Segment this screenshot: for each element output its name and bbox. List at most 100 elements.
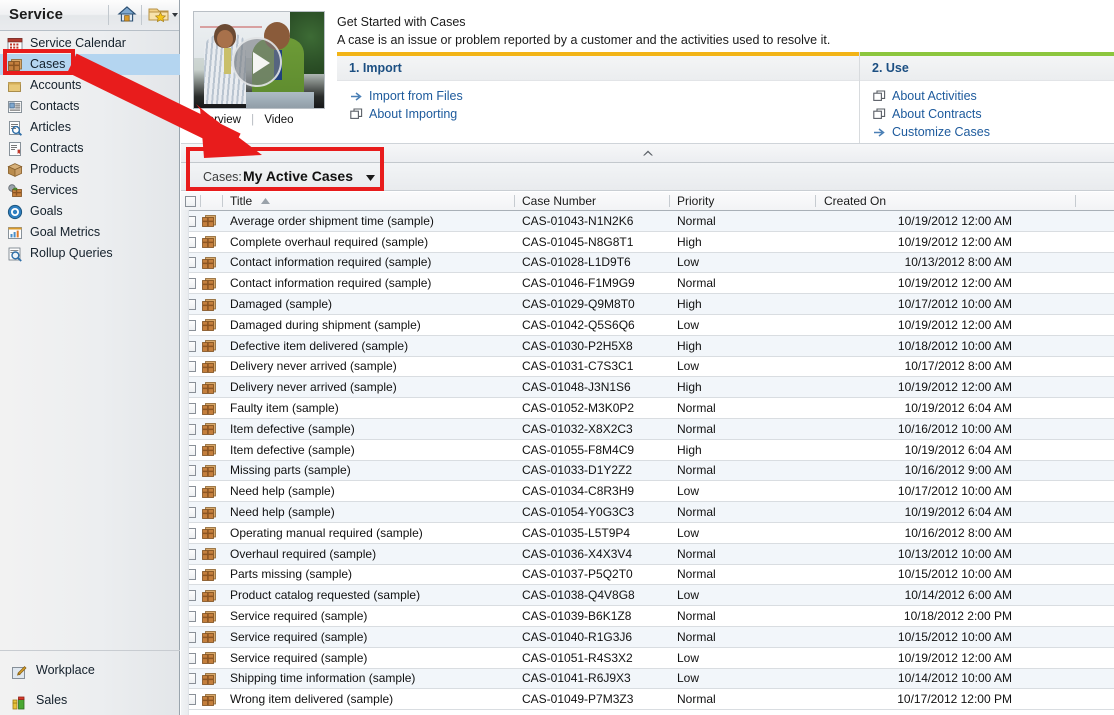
cell-title[interactable]: Shipping time information (sample): [223, 668, 515, 690]
select-all-header[interactable]: [181, 192, 201, 211]
table-row[interactable]: Contact information required (sample) CAS…: [181, 252, 1114, 274]
column-header-case-number[interactable]: Case Number: [515, 192, 670, 211]
table-row[interactable]: Missing parts (sample) CAS-01033-D1Y2Z2 No…: [181, 460, 1114, 482]
cell-title[interactable]: Damaged (sample): [223, 293, 515, 315]
grid-vertical-scrollbar[interactable]: [181, 192, 189, 715]
cell-title[interactable]: Delivery never arrived (sample): [223, 376, 515, 399]
link-about-importing[interactable]: About Importing: [349, 105, 859, 123]
cell-title[interactable]: Need help (sample): [223, 501, 515, 523]
chevron-down-icon[interactable]: [366, 175, 375, 181]
link-import-from-files[interactable]: Import from Files: [349, 87, 859, 105]
play-icon[interactable]: [232, 37, 282, 87]
cell-title[interactable]: Contact information required (sample): [223, 252, 515, 274]
table-row[interactable]: Complete overhaul required (sample) CAS-0…: [181, 231, 1114, 253]
table-row[interactable]: Wrong item delivered (sample) CAS-01049-P…: [181, 688, 1114, 711]
sidebar-item-articles[interactable]: Articles: [0, 117, 180, 138]
case-record-icon: [201, 463, 217, 477]
sidebar-item-products[interactable]: Products: [0, 159, 180, 180]
home-button[interactable]: [116, 4, 142, 26]
cell-title[interactable]: Need help (sample): [223, 480, 515, 503]
collapse-pane-button[interactable]: [181, 144, 1114, 163]
cell-title[interactable]: Missing parts (sample): [223, 460, 515, 482]
cell-created-on: 10/19/2012 12:00 AM: [816, 647, 1076, 669]
cell-priority: Low: [670, 668, 816, 690]
column-header-priority[interactable]: Priority: [670, 192, 816, 211]
table-row[interactable]: Operating manual required (sample) CAS-01…: [181, 522, 1114, 544]
view-selected-value[interactable]: My Active Cases: [243, 168, 353, 184]
table-row[interactable]: Need help (sample) CAS-01054-Y0G3C3 Normal…: [181, 501, 1114, 523]
table-row[interactable]: Damaged (sample) CAS-01029-Q9M8T0 High 10/1…: [181, 293, 1114, 315]
sidebar-item-rollup-queries[interactable]: Rollup Queries: [0, 243, 180, 264]
row-icon-cell: [201, 418, 223, 440]
cell-title[interactable]: Product catalog requested (sample): [223, 584, 515, 607]
sidebar-item-goals[interactable]: Goals: [0, 201, 180, 222]
cell-case-number: CAS-01030-P2H5X8: [515, 335, 670, 357]
cell-title[interactable]: Faulty item (sample): [223, 397, 515, 419]
cell-title[interactable]: Service required (sample): [223, 647, 515, 669]
column-header-title[interactable]: Title: [223, 192, 515, 211]
video-link[interactable]: Video: [264, 114, 293, 126]
cell-title[interactable]: Defective item delivered (sample): [223, 335, 515, 357]
view-selector-bar[interactable]: Cases: My Active Cases: [181, 163, 1114, 191]
case-record-icon: [201, 338, 217, 353]
select-all-checkbox[interactable]: [185, 196, 196, 207]
cell-title[interactable]: Damaged during shipment (sample): [223, 314, 515, 336]
cell-title[interactable]: Item defective (sample): [223, 418, 515, 440]
cell-title[interactable]: Service required (sample): [223, 605, 515, 627]
cell-title[interactable]: Wrong item delivered (sample): [223, 688, 515, 711]
sidebar-item-services[interactable]: Services: [0, 180, 180, 201]
cell-title[interactable]: Contact information required (sample): [223, 272, 515, 295]
link-about-contracts[interactable]: About Contracts: [872, 105, 1114, 123]
table-row[interactable]: Product catalog requested (sample) CAS-01…: [181, 584, 1114, 607]
cell-case-number: CAS-01045-N8G8T1: [515, 231, 670, 253]
sidebar-item-goal-metrics[interactable]: Goal Metrics: [0, 222, 180, 243]
sidebar-group-workplace[interactable]: Workplace: [0, 655, 180, 685]
table-row[interactable]: Damaged during shipment (sample) CAS-0104…: [181, 314, 1114, 336]
link-about-activities[interactable]: About Activities: [872, 87, 1114, 105]
case-record-icon: [202, 402, 216, 415]
table-row[interactable]: Item defective (sample) CAS-01055-F8M4C9 H…: [181, 439, 1114, 461]
product-box-icon: [7, 163, 23, 178]
sidebar-item-accounts[interactable]: Accounts: [0, 75, 180, 96]
table-row[interactable]: Service required (sample) CAS-01040-R1G3J…: [181, 626, 1114, 648]
overview-link[interactable]: Overview: [193, 114, 241, 126]
table-row[interactable]: Delivery never arrived (sample) CAS-01048…: [181, 376, 1114, 399]
table-row[interactable]: Defective item delivered (sample) CAS-010…: [181, 335, 1114, 357]
sidebar-item-contacts[interactable]: Contacts: [0, 96, 180, 117]
case-record-icon: [201, 421, 217, 436]
sidebar-group-sales[interactable]: Sales: [0, 685, 180, 715]
cell-title[interactable]: Delivery never arrived (sample): [223, 356, 515, 378]
cell-title[interactable]: Parts missing (sample): [223, 564, 515, 586]
sidebar-item-cases[interactable]: Cases: [0, 54, 180, 75]
cell-created-on: 10/19/2012 6:04 AM: [816, 501, 1076, 523]
cell-title[interactable]: Operating manual required (sample): [223, 522, 515, 544]
cell-title[interactable]: Item defective (sample): [223, 439, 515, 461]
table-row[interactable]: Need help (sample) CAS-01034-C8R3H9 Low 10/…: [181, 480, 1114, 503]
table-row[interactable]: Shipping time information (sample) CAS-01…: [181, 668, 1114, 690]
table-row[interactable]: Overhaul required (sample) CAS-01036-X4X3…: [181, 543, 1114, 565]
video-thumbnail[interactable]: [193, 11, 325, 109]
column-header-created-on[interactable]: Created On: [816, 192, 1076, 211]
cell-spacer: [1076, 480, 1114, 503]
cell-priority: Normal: [670, 688, 816, 711]
table-row[interactable]: Faulty item (sample) CAS-01052-M3K0P2 Norm…: [181, 397, 1114, 419]
cell-title[interactable]: Complete overhaul required (sample): [223, 231, 515, 253]
table-row[interactable]: Average order shipment time (sample) CAS-…: [181, 210, 1114, 232]
sidebar-item-contracts[interactable]: Contracts: [0, 138, 180, 159]
table-row[interactable]: Service required (sample) CAS-01039-B6K1Z…: [181, 605, 1114, 627]
link-customize-cases[interactable]: Customize Cases: [872, 123, 1114, 141]
sidebar-item-label: Goals: [30, 204, 63, 218]
cell-created-on: 10/16/2012 9:00 AM: [816, 460, 1076, 482]
table-row[interactable]: Service required (sample) CAS-01051-R4S3X…: [181, 647, 1114, 669]
table-row[interactable]: Item defective (sample) CAS-01032-X8X2C3 N…: [181, 418, 1114, 440]
window-link-icon: [873, 108, 886, 121]
favorites-button[interactable]: [147, 4, 181, 26]
table-row[interactable]: Contact information required (sample) CAS…: [181, 272, 1114, 295]
sidebar-item-service-calendar[interactable]: Service Calendar: [0, 33, 180, 54]
cell-title[interactable]: Average order shipment time (sample): [223, 210, 515, 232]
cell-title[interactable]: Overhaul required (sample): [223, 543, 515, 565]
table-row[interactable]: Parts missing (sample) CAS-01037-P5Q2T0 No…: [181, 564, 1114, 586]
cell-priority: Normal: [670, 272, 816, 295]
table-row[interactable]: Delivery never arrived (sample) CAS-01031…: [181, 356, 1114, 378]
cell-title[interactable]: Service required (sample): [223, 626, 515, 648]
